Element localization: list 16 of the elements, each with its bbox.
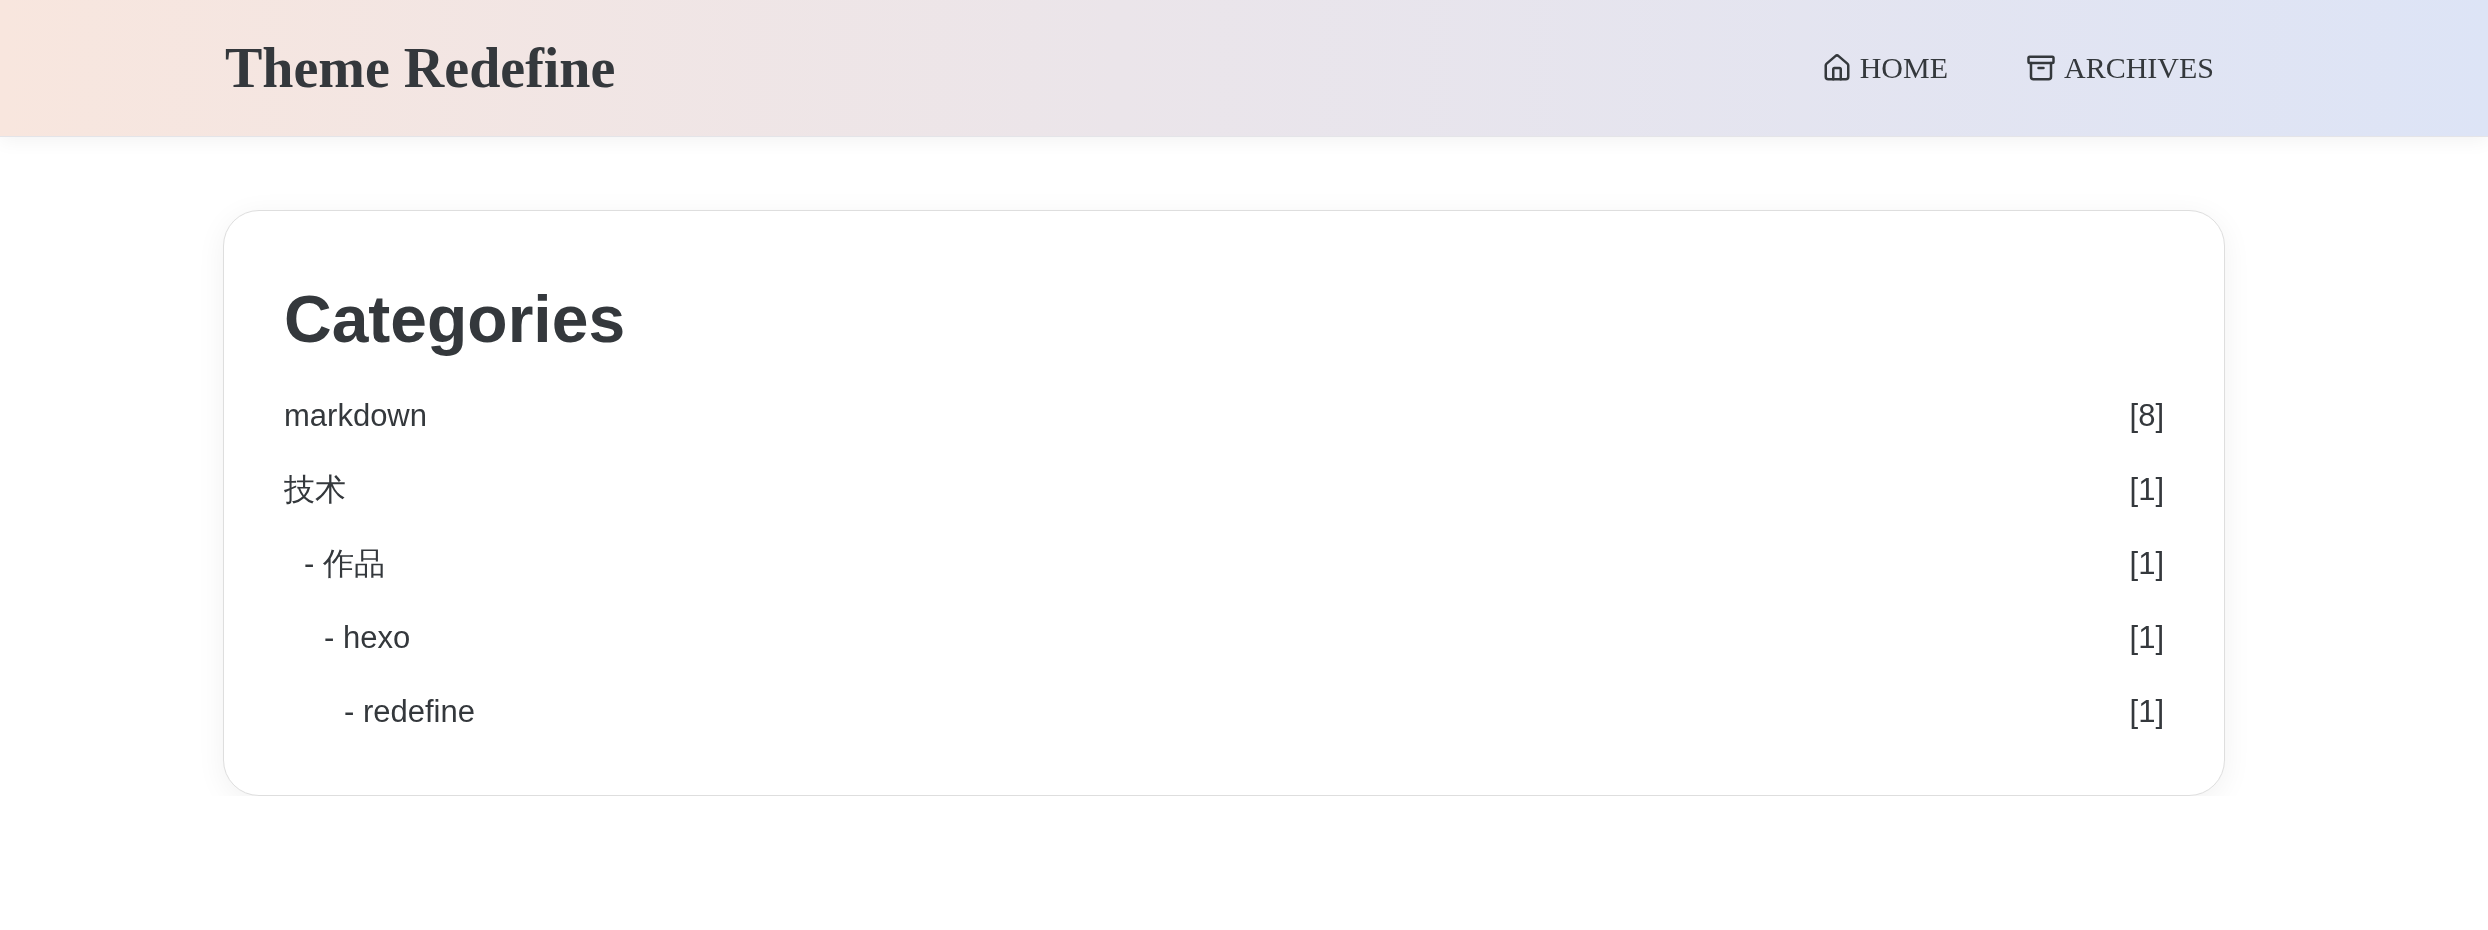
- site-title[interactable]: Theme Redefine: [225, 36, 616, 100]
- category-link[interactable]: - 作品: [304, 543, 385, 585]
- category-count: [1]: [2129, 472, 2164, 508]
- category-count: [1]: [2129, 620, 2164, 656]
- page-heading: Categories: [284, 281, 627, 357]
- category-link[interactable]: - redefine: [344, 694, 475, 730]
- category-count: [8]: [2129, 398, 2164, 434]
- nav-link[interactable]: HOME: [1821, 51, 1948, 85]
- category-link[interactable]: 技术: [284, 469, 346, 511]
- house-icon: [1821, 53, 1852, 83]
- nav-link[interactable]: ARCHIVES: [2026, 51, 2214, 85]
- category-count: [1]: [2129, 694, 2164, 730]
- archive-box-icon: [2026, 53, 2056, 83]
- category-link[interactable]: markdown: [284, 398, 427, 434]
- category-count: [1]: [2129, 546, 2164, 582]
- category-link[interactable]: - hexo: [324, 620, 411, 656]
